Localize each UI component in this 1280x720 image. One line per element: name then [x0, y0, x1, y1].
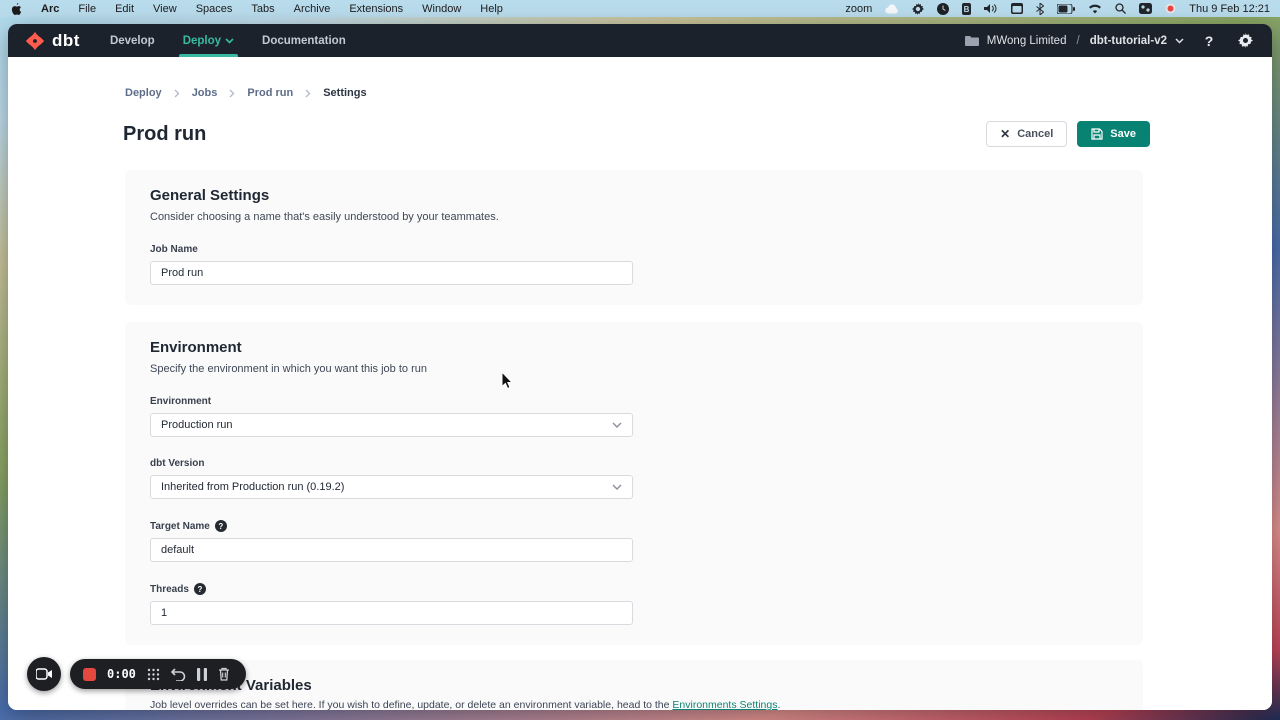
gear-icon[interactable] [912, 3, 924, 15]
trash-icon [218, 667, 230, 681]
environment-variables-card: Environment Variables Job level override… [125, 660, 1143, 710]
dbt-navbar: dbt Develop Deploy Documentation MWong L… [8, 24, 1272, 57]
zoom-app-label[interactable]: zoom [845, 3, 872, 15]
restart-recording-button[interactable] [171, 668, 186, 681]
gear-icon [1238, 33, 1253, 48]
record-indicator-icon[interactable] [1165, 3, 1176, 14]
search-icon[interactable] [1115, 3, 1126, 14]
apple-menu-icon[interactable] [10, 2, 22, 16]
folder-icon [965, 35, 979, 46]
general-settings-subtitle: Consider choosing a name that's easily u… [150, 211, 1118, 223]
close-icon: ✕ [1000, 127, 1010, 141]
bluetooth-icon[interactable] [1036, 3, 1044, 15]
main-content: Deploy Jobs Prod run Settings Prod run ✕… [8, 57, 1272, 710]
menu-item-view[interactable]: View [153, 3, 177, 15]
environment-select[interactable]: Production run [150, 413, 633, 437]
environment-variables-description: Job level overrides can be set here. If … [150, 699, 1118, 710]
environment-card: Environment Specify the environment in w… [125, 322, 1143, 645]
menu-item-help[interactable]: Help [480, 3, 503, 15]
wifi-icon[interactable] [1088, 4, 1102, 14]
dbt-logo[interactable]: dbt [24, 30, 80, 52]
menu-bar-clock[interactable]: Thu 9 Feb 12:21 [1189, 3, 1270, 15]
menu-item-extensions[interactable]: Extensions [349, 3, 403, 15]
calendar-icon[interactable] [1011, 3, 1023, 14]
cloud-icon[interactable] [885, 4, 899, 14]
breadcrumb: Deploy Jobs Prod run Settings [125, 87, 1272, 99]
breadcrumb-jobs[interactable]: Jobs [192, 87, 218, 99]
breadcrumb-chevron-icon [305, 89, 311, 98]
pause-icon [197, 668, 207, 681]
dbt-logo-icon [24, 30, 46, 52]
chevron-down-icon [225, 38, 234, 44]
menu-item-spaces[interactable]: Spaces [196, 3, 233, 15]
macos-menu-bar: Arc File Edit View Spaces Tabs Archive E… [0, 0, 1280, 17]
undo-icon [171, 668, 186, 681]
environment-variables-title: Environment Variables [150, 677, 1118, 694]
nav-documentation[interactable]: Documentation [262, 24, 346, 57]
job-name-label: Job Name [150, 244, 1118, 255]
recording-timer: 0:00 [107, 667, 136, 681]
brand-name: dbt [52, 31, 80, 51]
help-button[interactable]: ? [1198, 30, 1220, 52]
menu-item-tabs[interactable]: Tabs [251, 3, 274, 15]
environment-title: Environment [150, 339, 1118, 356]
page-header: Prod run ✕ Cancel Save [123, 121, 1150, 147]
save-disk-icon [1091, 128, 1103, 140]
browser-window: dbt Develop Deploy Documentation MWong L… [8, 24, 1272, 710]
breadcrumb-chevron-icon [229, 89, 235, 98]
clock-icon[interactable] [937, 3, 949, 15]
environments-settings-link[interactable]: Environments Settings [672, 699, 777, 710]
menu-item-arc[interactable]: Arc [41, 3, 59, 15]
help-circle-icon[interactable]: ? [194, 583, 206, 595]
control-center-icon[interactable] [1139, 3, 1152, 14]
project-selector[interactable]: dbt-tutorial-v2 [1090, 35, 1167, 47]
nav-develop[interactable]: Develop [110, 24, 155, 57]
recorder-toolbar: 0:00 [70, 659, 246, 689]
help-circle-icon[interactable]: ? [215, 520, 227, 532]
breadcrumb-prod-run[interactable]: Prod run [247, 87, 293, 99]
stop-recording-button[interactable] [83, 668, 96, 681]
page-title: Prod run [123, 123, 206, 146]
save-button[interactable]: Save [1077, 121, 1150, 147]
drag-handle-icon[interactable] [147, 668, 160, 681]
general-settings-card: General Settings Consider choosing a nam… [125, 170, 1143, 305]
threads-label: Threads ? [150, 583, 1118, 595]
environment-subtitle: Specify the environment in which you wan… [150, 363, 1118, 375]
general-settings-title: General Settings [150, 187, 1118, 204]
chevron-down-icon[interactable] [1175, 38, 1184, 44]
target-name-label: Target Name ? [150, 520, 1118, 532]
svg-text:B: B [964, 5, 970, 14]
threads-input[interactable] [150, 601, 633, 625]
dbt-version-select[interactable]: Inherited from Production run (0.19.2) [150, 475, 633, 499]
nav-deploy[interactable]: Deploy [183, 24, 234, 57]
target-name-input[interactable] [150, 538, 633, 562]
chevron-down-icon [612, 422, 622, 428]
app-b-icon[interactable]: B [962, 3, 971, 15]
recorder-camera-button[interactable] [27, 657, 61, 691]
battery-icon[interactable] [1057, 4, 1075, 14]
cancel-button[interactable]: ✕ Cancel [986, 121, 1067, 147]
job-name-input[interactable] [150, 261, 633, 285]
breadcrumb-settings[interactable]: Settings [323, 87, 366, 99]
environment-select-label: Environment [150, 396, 1118, 407]
settings-gear-button[interactable] [1234, 30, 1256, 52]
account-name[interactable]: MWong Limited [987, 35, 1067, 47]
menu-item-archive[interactable]: Archive [294, 3, 331, 15]
breadcrumb-deploy[interactable]: Deploy [125, 87, 162, 99]
breadcrumb-chevron-icon [174, 89, 180, 98]
account-project-separator: / [1076, 35, 1079, 47]
volume-icon[interactable] [984, 3, 998, 14]
video-camera-icon [36, 668, 53, 680]
pause-recording-button[interactable] [197, 668, 207, 681]
chevron-down-icon [612, 484, 622, 490]
dbt-version-select-label: dbt Version [150, 458, 1118, 469]
menu-item-file[interactable]: File [78, 3, 96, 15]
discard-recording-button[interactable] [218, 667, 230, 681]
menu-item-window[interactable]: Window [422, 3, 461, 15]
menu-item-edit[interactable]: Edit [115, 3, 134, 15]
